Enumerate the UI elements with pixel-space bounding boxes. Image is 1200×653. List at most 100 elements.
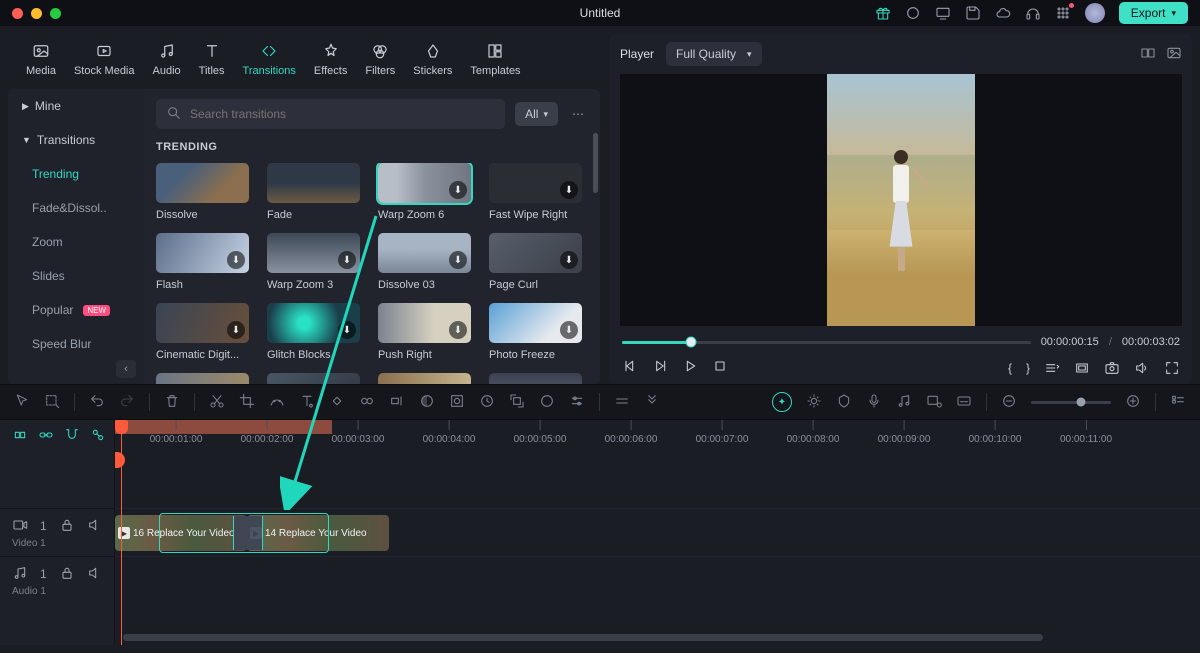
cut-icon[interactable]: [209, 393, 225, 412]
transition-card[interactable]: Dissolve: [156, 163, 249, 221]
selection-tool-icon[interactable]: [44, 393, 60, 412]
transition-card[interactable]: ⬇Page Curl: [489, 233, 582, 291]
sidebar-item-mine[interactable]: ▶Mine: [8, 89, 144, 123]
avatar[interactable]: [1085, 3, 1105, 23]
player-quality-dropdown[interactable]: Full Quality▾: [666, 42, 762, 66]
transition-card[interactable]: Fade: [267, 163, 360, 221]
snapshot-icon[interactable]: [1104, 360, 1120, 376]
brace-open-icon[interactable]: {: [1008, 360, 1012, 376]
picture-icon[interactable]: [1166, 45, 1182, 64]
mask-icon[interactable]: [419, 393, 435, 412]
save-icon[interactable]: [965, 5, 981, 21]
list-view-icon[interactable]: [1170, 393, 1186, 412]
timeline-ruler[interactable]: 00:00:01:0000:00:02:0000:00:03:0000:00:0…: [115, 420, 1200, 452]
voiceover-icon[interactable]: [866, 393, 882, 412]
transition-card[interactable]: ⬇Warp Zoom 3: [267, 233, 360, 291]
drag-handle-icon[interactable]: [614, 393, 630, 412]
headphones-icon[interactable]: [1025, 5, 1041, 21]
speed-curve-icon[interactable]: [269, 393, 285, 412]
text-tool-icon[interactable]: [299, 393, 315, 412]
play-pause-icon[interactable]: [652, 358, 668, 377]
ripple-edit-icon[interactable]: [12, 427, 28, 446]
playback-slider[interactable]: [622, 341, 1031, 344]
zoom-out-icon[interactable]: [1001, 393, 1017, 412]
play-icon[interactable]: [682, 358, 698, 377]
stop-icon[interactable]: [712, 358, 728, 377]
crop-icon[interactable]: [239, 393, 255, 412]
link-tracks-icon[interactable]: [38, 427, 54, 446]
more-options-button[interactable]: ⋯: [568, 103, 588, 125]
motion-track-icon[interactable]: [509, 393, 525, 412]
transition-card[interactable]: ⬇Photo Freeze: [489, 303, 582, 361]
tab-effects[interactable]: Effects: [314, 42, 347, 77]
timeline-body[interactable]: 00:00:01:0000:00:02:0000:00:03:0000:00:0…: [115, 420, 1200, 645]
tab-transitions[interactable]: Transitions: [243, 42, 296, 77]
transition-card[interactable]: [156, 373, 249, 384]
minimize-window-button[interactable]: [31, 8, 42, 19]
zoom-in-icon[interactable]: [1125, 393, 1141, 412]
video-track-row[interactable]: ▶ 16 Replace Your Video ▶ 14 Replace You…: [115, 508, 1200, 556]
filter-all-dropdown[interactable]: All▾: [515, 102, 558, 126]
sidebar-item-transitions[interactable]: ▼Transitions: [8, 123, 144, 157]
apps-grid-icon[interactable]: [1055, 5, 1071, 21]
music-icon[interactable]: [896, 393, 912, 412]
auto-ripple-icon[interactable]: [90, 427, 106, 446]
monitor-icon[interactable]: [935, 5, 951, 21]
sidebar-item-zoom[interactable]: Zoom: [8, 225, 144, 259]
horizontal-scrollbar[interactable]: [123, 634, 1043, 641]
tab-filters[interactable]: Filters: [365, 42, 395, 77]
marker-icon[interactable]: [836, 393, 852, 412]
mute-icon[interactable]: [87, 565, 103, 584]
transition-card[interactable]: ⬇Warp Zoom 6: [378, 163, 471, 221]
transition-card[interactable]: ⬇Cinematic Digit...: [156, 303, 249, 361]
tab-stickers[interactable]: Stickers: [413, 42, 452, 77]
record-icon[interactable]: [905, 5, 921, 21]
tab-audio[interactable]: Audio: [153, 42, 181, 77]
transition-card[interactable]: ⬇Glitch Blocks: [267, 303, 360, 361]
tab-stock-media[interactable]: Stock Media: [74, 42, 135, 77]
green-screen-icon[interactable]: [449, 393, 465, 412]
ai-tool-icon[interactable]: ✦: [772, 392, 792, 412]
sidebar-item-trending[interactable]: Trending: [8, 157, 144, 191]
color-tag-icon[interactable]: [359, 393, 375, 412]
playhead[interactable]: [121, 420, 122, 645]
chroma-icon[interactable]: [539, 393, 555, 412]
timeline-clip-a[interactable]: ▶ 16 Replace Your Video: [115, 515, 247, 551]
step-back-icon[interactable]: [622, 358, 638, 377]
close-window-button[interactable]: [12, 8, 23, 19]
keyframe-icon[interactable]: [329, 393, 345, 412]
tab-templates[interactable]: Templates: [470, 42, 520, 77]
video-track-header[interactable]: 1 Video 1: [0, 508, 114, 556]
redo-icon[interactable]: [119, 393, 135, 412]
timeline-clip-b[interactable]: ▶ 14 Replace Your Video: [247, 515, 389, 551]
adjust-icon[interactable]: [569, 393, 585, 412]
tab-media[interactable]: Media: [26, 42, 56, 77]
transition-card[interactable]: ⬇Fast Wipe Right: [489, 163, 582, 221]
sidebar-item-speed-blur[interactable]: Speed Blur: [8, 327, 144, 361]
magnet-icon[interactable]: [64, 427, 80, 446]
search-input[interactable]: [190, 107, 495, 121]
volume-icon[interactable]: [1134, 360, 1150, 376]
vertical-scrollbar[interactable]: [593, 133, 598, 193]
gift-icon[interactable]: [875, 5, 891, 21]
zoom-slider[interactable]: [1031, 401, 1111, 404]
sidebar-item-slides[interactable]: Slides: [8, 259, 144, 293]
more-tools-icon[interactable]: [644, 393, 660, 412]
safe-zone-icon[interactable]: [1074, 360, 1090, 376]
compare-view-icon[interactable]: [1140, 45, 1156, 64]
sidebar-item-popular[interactable]: PopularNEW: [8, 293, 144, 327]
lock-icon[interactable]: [59, 565, 75, 584]
preview-viewport[interactable]: [620, 74, 1182, 326]
brace-close-icon[interactable]: }: [1026, 360, 1030, 376]
enhance-icon[interactable]: [806, 393, 822, 412]
transition-region[interactable]: [233, 516, 263, 550]
transition-card[interactable]: [489, 373, 582, 384]
fullscreen-icon[interactable]: [1164, 360, 1180, 376]
subtitle-icon[interactable]: [956, 393, 972, 412]
record-screen-icon[interactable]: [926, 393, 942, 412]
pointer-tool-icon[interactable]: [14, 393, 30, 412]
transition-card[interactable]: ⬇Dissolve 03: [378, 233, 471, 291]
cloud-icon[interactable]: [995, 5, 1011, 21]
detach-audio-icon[interactable]: [389, 393, 405, 412]
export-button[interactable]: Export▾: [1119, 2, 1188, 24]
